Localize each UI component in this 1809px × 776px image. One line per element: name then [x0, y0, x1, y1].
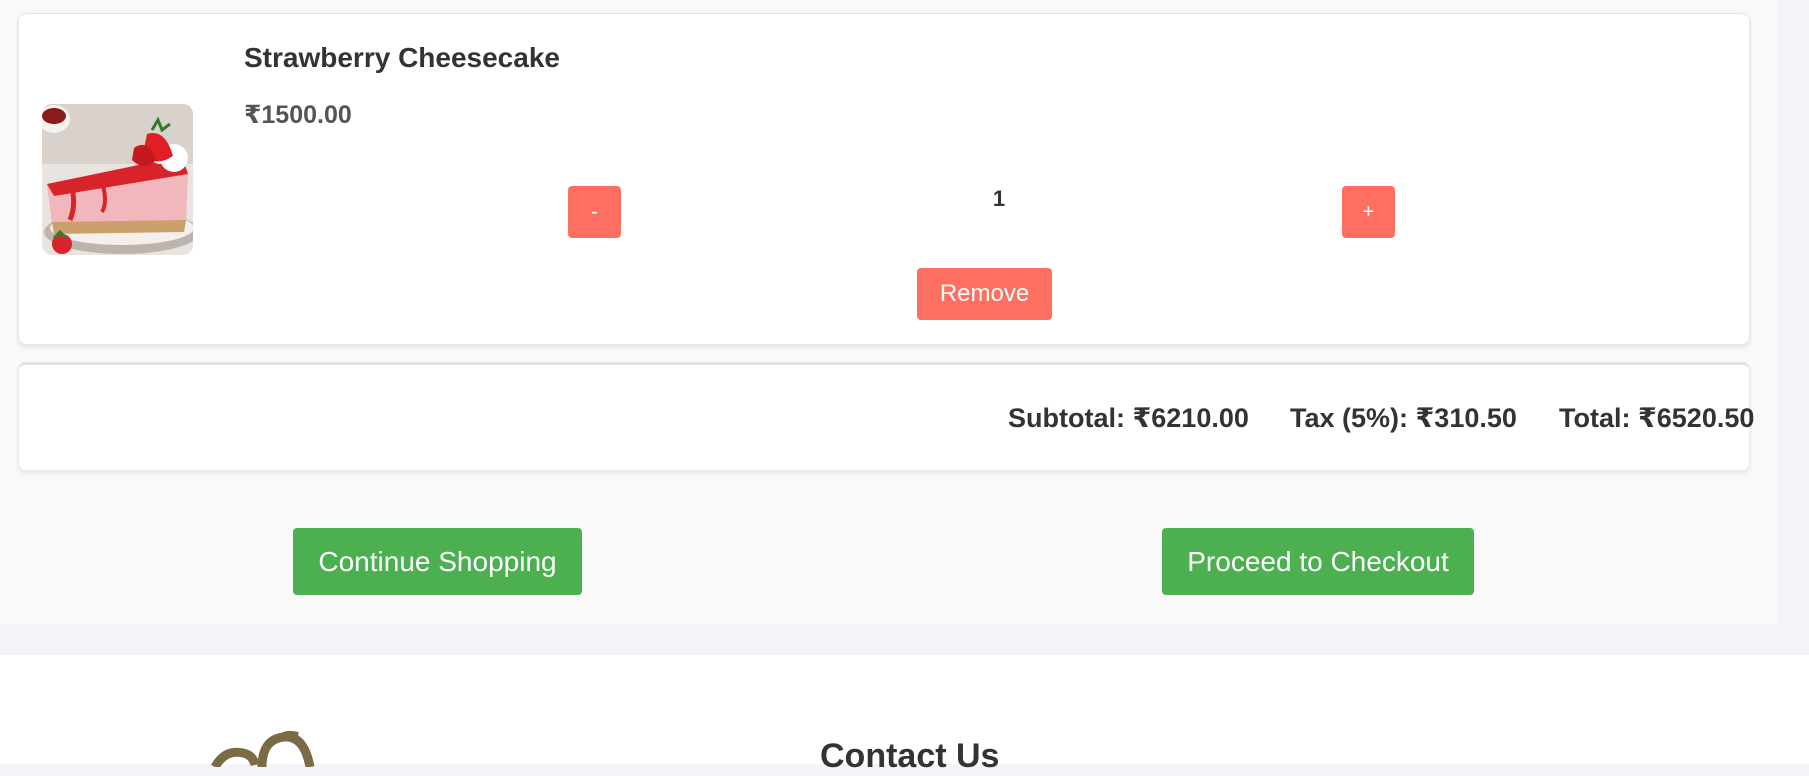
product-image: [42, 104, 193, 255]
continue-shopping-button[interactable]: Continue Shopping: [293, 528, 582, 595]
increase-quantity-button[interactable]: +: [1342, 186, 1395, 238]
contact-us-heading: Contact Us: [820, 737, 1000, 775]
cart-section: Strawberry Cheesecake ₹1500.00 - 1 + Rem…: [0, 0, 1779, 624]
footer: Contact Us: [0, 655, 1809, 775]
cart-summary: Subtotal: ₹6210.00 Tax (5%): ₹310.50 Tot…: [18, 362, 1754, 471]
product-price: ₹1500.00: [244, 101, 352, 129]
remove-item-button[interactable]: Remove: [917, 268, 1052, 320]
cart-item-card: Strawberry Cheesecake ₹1500.00 - 1 + Rem…: [18, 13, 1750, 345]
decrease-quantity-button[interactable]: -: [568, 186, 621, 238]
tax-text: Tax (5%): ₹310.50: [1290, 403, 1517, 433]
quantity-value: 1: [992, 186, 1006, 211]
subtotal-text: Subtotal: ₹6210.00: [1008, 403, 1249, 433]
product-name: Strawberry Cheesecake: [244, 42, 560, 73]
cheesecake-image-icon: [42, 104, 193, 255]
total-text: Total: ₹6520.50: [1559, 403, 1755, 433]
proceed-to-checkout-button[interactable]: Proceed to Checkout: [1162, 528, 1474, 595]
brand-logo-icon[interactable]: [200, 727, 350, 767]
page-gutter: [1779, 0, 1809, 624]
